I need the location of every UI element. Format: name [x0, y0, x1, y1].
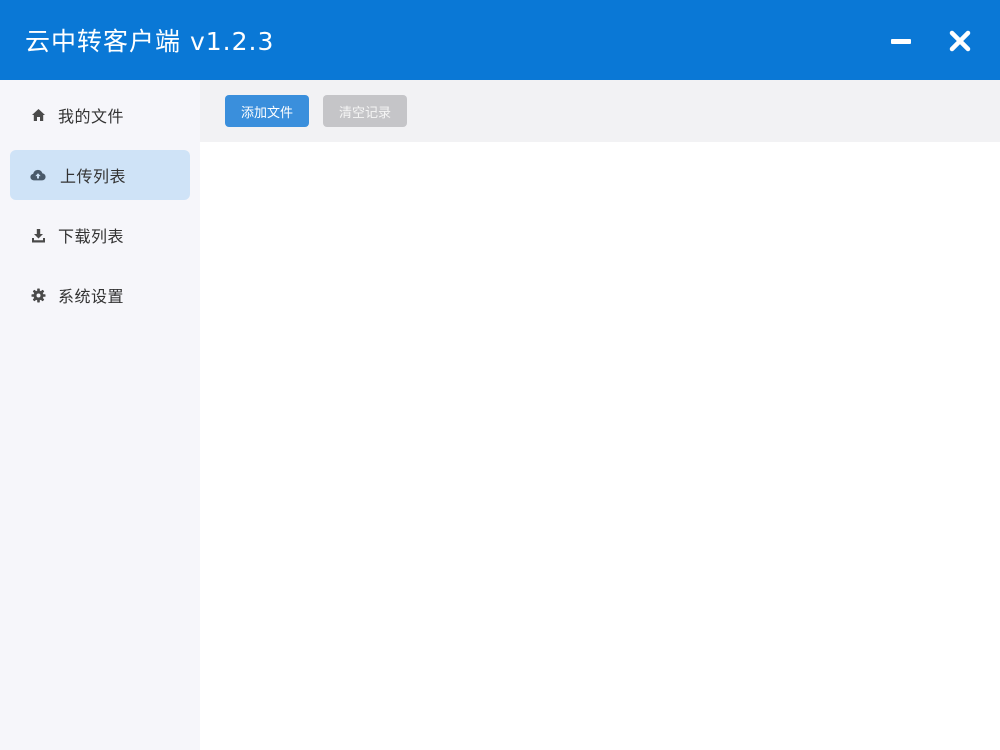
- close-icon: [949, 30, 971, 52]
- sidebar-item-label: 上传列表: [60, 167, 127, 186]
- download-icon: [30, 227, 46, 243]
- upload-list-area: [200, 142, 1000, 750]
- close-button[interactable]: [945, 26, 975, 56]
- main-panel: 添加文件 清空记录: [200, 80, 1000, 750]
- sidebar: 我的文件 上传列表 下载列表 系统设置: [0, 80, 200, 750]
- app-title: 云中转客户端 v1.2.3: [25, 27, 275, 56]
- add-file-button[interactable]: 添加文件: [225, 95, 309, 127]
- gear-icon: [30, 287, 46, 303]
- sidebar-item-label: 系统设置: [58, 287, 125, 306]
- clear-records-button[interactable]: 清空记录: [323, 95, 407, 127]
- sidebar-item-label: 我的文件: [58, 107, 125, 126]
- sidebar-item-download-list[interactable]: 下载列表: [10, 210, 190, 260]
- sidebar-item-system-settings[interactable]: 系统设置: [10, 270, 190, 320]
- app-window: 云中转客户端 v1.2.3 我的文件 上传列表 下载列表 系统设置 添加文件 清…: [0, 0, 1000, 750]
- cloud-upload-icon: [30, 167, 46, 183]
- sidebar-item-label: 下载列表: [58, 227, 125, 246]
- sidebar-item-upload-list[interactable]: 上传列表: [10, 150, 190, 200]
- minimize-button[interactable]: [886, 26, 916, 56]
- sidebar-item-my-files[interactable]: 我的文件: [10, 90, 190, 140]
- home-icon: [30, 107, 46, 123]
- toolbar: 添加文件 清空记录: [200, 80, 1000, 142]
- minimize-icon: [891, 39, 911, 44]
- title-bar[interactable]: 云中转客户端 v1.2.3: [0, 0, 1000, 80]
